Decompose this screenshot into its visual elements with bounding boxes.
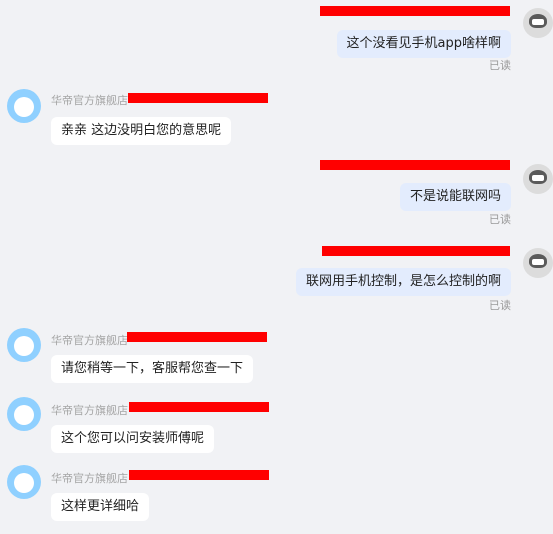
redacted-header	[127, 332, 267, 342]
user-avatar-icon[interactable]	[523, 248, 553, 278]
message-bubble-incoming[interactable]: 请您稍等一下，客服帮您查一下	[51, 355, 254, 383]
redacted-header	[129, 402, 269, 412]
user-avatar-icon[interactable]	[523, 164, 553, 194]
message-bubble-incoming[interactable]: 亲亲 这边没明白您的意思呢	[51, 117, 232, 145]
message-bubble-outgoing[interactable]: 不是说能联网吗	[399, 183, 511, 211]
redacted-header	[129, 470, 269, 480]
shop-avatar-icon[interactable]	[7, 397, 41, 431]
sender-name: 华帝官方旗舰店	[51, 404, 128, 417]
redacted-header	[320, 160, 510, 170]
read-status: 已读	[489, 299, 511, 312]
redacted-header	[320, 6, 510, 16]
redacted-header	[322, 246, 510, 256]
read-status: 已读	[489, 59, 511, 72]
message-bubble-incoming[interactable]: 这个您可以问安装师傅呢	[51, 425, 215, 453]
sender-name: 华帝官方旗舰店	[51, 334, 128, 347]
chat-window: { "messages": [ {"type": "out", "text": …	[0, 0, 553, 534]
shop-avatar-icon[interactable]	[7, 465, 41, 499]
message-bubble-outgoing[interactable]: 这个没看见手机app啥样啊	[336, 30, 511, 58]
sender-name: 华帝官方旗舰店	[51, 94, 128, 107]
shop-avatar-icon[interactable]	[7, 89, 41, 123]
redacted-header	[128, 93, 268, 103]
user-avatar-icon[interactable]	[523, 8, 553, 38]
message-bubble-outgoing[interactable]: 联网用手机控制，是怎么控制的啊	[295, 268, 511, 296]
shop-avatar-icon[interactable]	[7, 328, 41, 362]
message-bubble-incoming[interactable]: 这样更详细哈	[51, 493, 150, 521]
sender-name: 华帝官方旗舰店	[51, 472, 128, 485]
read-status: 已读	[489, 213, 511, 226]
